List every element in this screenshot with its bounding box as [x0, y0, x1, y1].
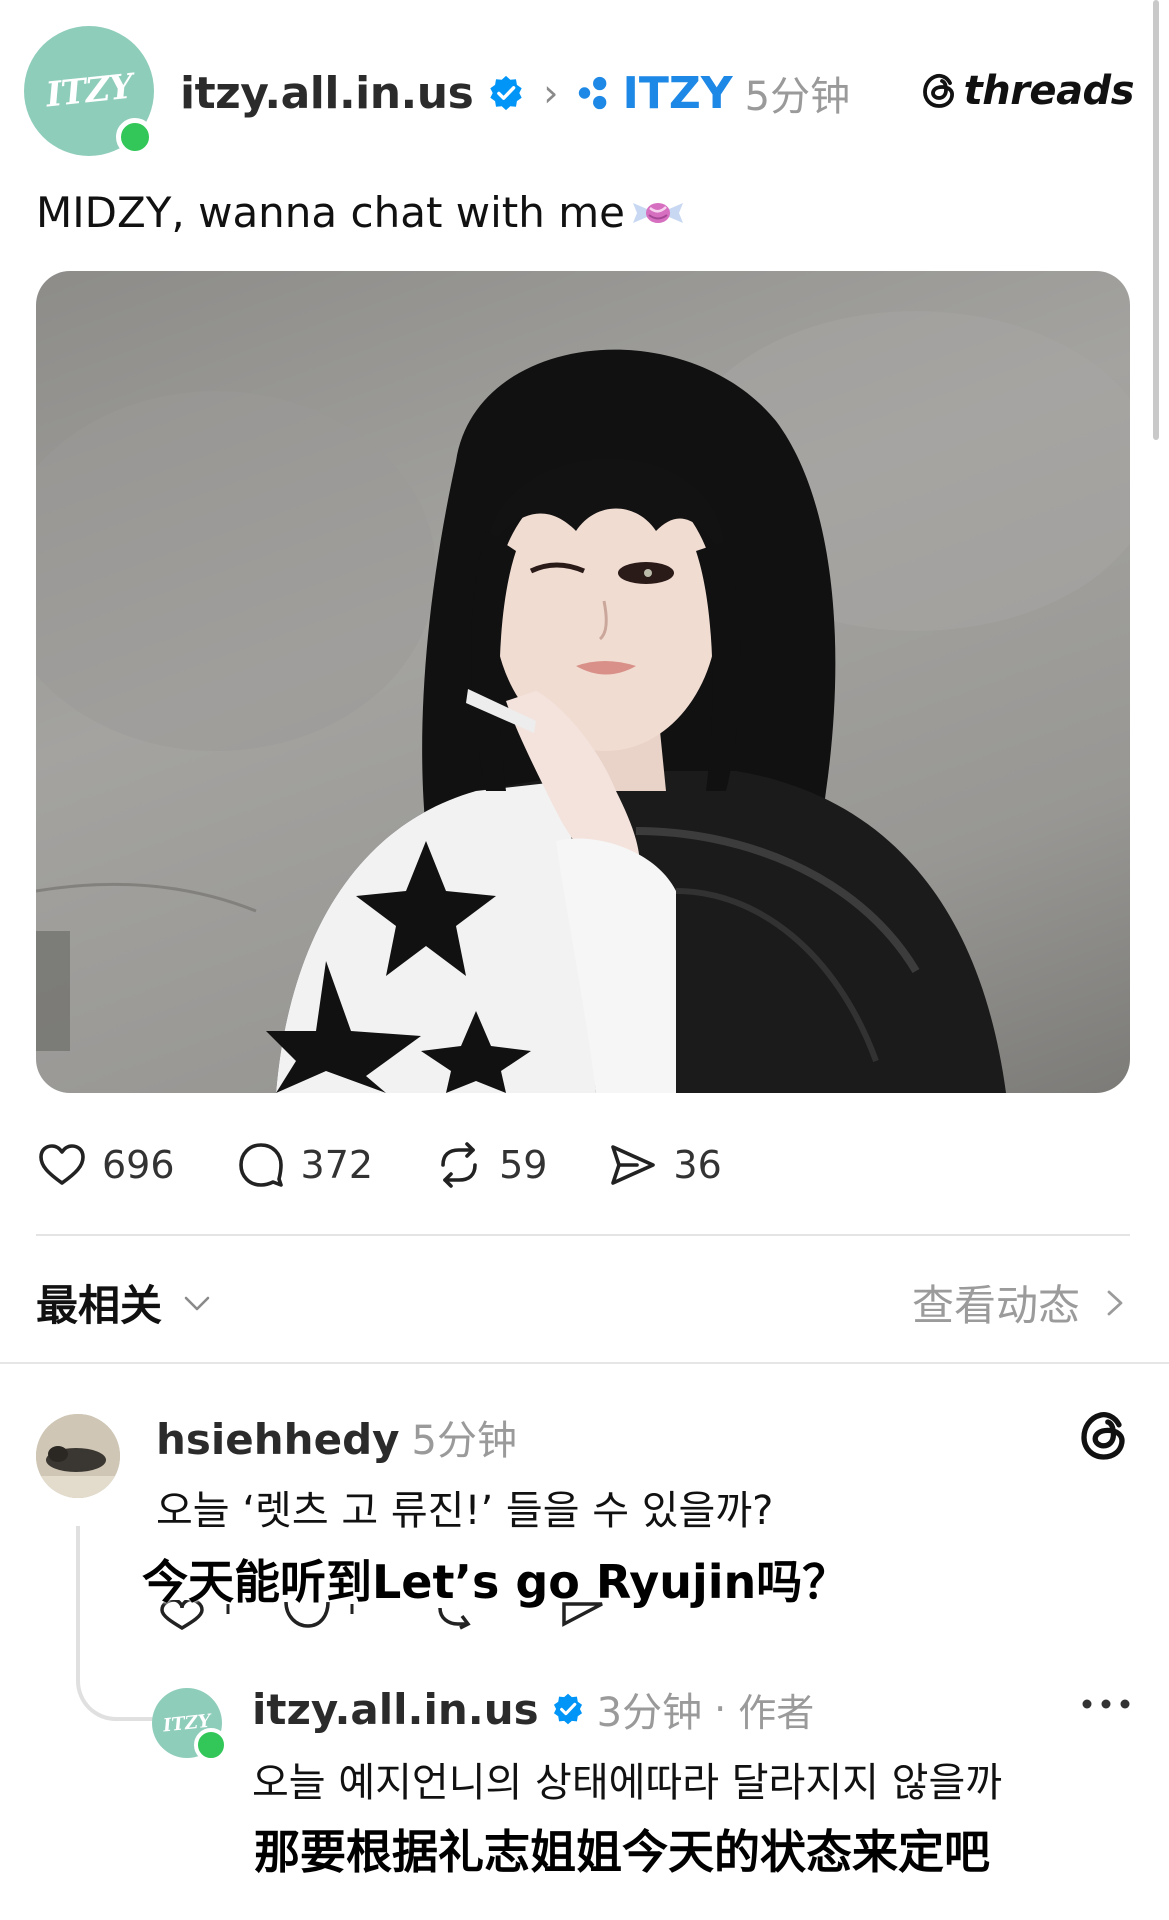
caption-text: MIDZY, wanna chat with me [36, 188, 625, 237]
verified-badge-icon [553, 1693, 582, 1725]
community-icon[interactable] [575, 74, 613, 112]
comment-count: 372 [300, 1143, 374, 1187]
reply-text: 오늘 예지언니의 상태에따라 달라지지 않을까 [252, 1760, 1003, 1806]
reply-time: 3分钟 [596, 1690, 703, 1736]
sort-dropdown[interactable]: 最相关 [36, 1272, 214, 1333]
scrollbar[interactable] [1153, 0, 1159, 440]
separator-dot: · [714, 1687, 727, 1731]
threads-logo-icon [1081, 1412, 1125, 1460]
reply-username[interactable]: itzy.all.in.us [252, 1685, 539, 1734]
itzy-logo: ITZY [43, 66, 134, 116]
view-activity-link[interactable]: 查看动态 [912, 1272, 1130, 1333]
like-button[interactable]: 696 [36, 1139, 175, 1191]
divider [0, 1362, 1169, 1364]
repost-button[interactable]: 59 [433, 1139, 547, 1191]
comments-sort-row: 最相关 查看动态 [36, 1270, 1130, 1330]
author-row: itzy.all.in.us › ITZY 5分钟 [180, 64, 850, 122]
like-count: 696 [102, 1143, 175, 1187]
verified-badge-icon [490, 75, 522, 111]
community-name[interactable]: ITZY [623, 68, 733, 119]
author-handle[interactable]: itzy.all.in.us [180, 68, 474, 119]
author-tag: 作者 [738, 1690, 815, 1735]
comment-button[interactable]: 372 [235, 1139, 374, 1191]
cat-photo-icon [36, 1414, 120, 1498]
share-button[interactable]: 36 [607, 1139, 722, 1191]
commenter-avatar[interactable] [36, 1414, 120, 1498]
comment-header: hsiehhedy 5分钟 [156, 1408, 517, 1466]
post-actions: 696 372 59 36 [36, 1135, 782, 1195]
candy-emoji-icon [632, 202, 683, 223]
comment-bubble-icon [238, 1143, 283, 1187]
post-header: ITZY itzy.all.in.us › ITZY 5分钟 threads [24, 26, 1135, 156]
repost-count: 59 [499, 1143, 548, 1187]
reply-header: itzy.all.in.us 3分钟 · 作者 [252, 1680, 814, 1738]
post-photo[interactable] [36, 271, 1130, 1093]
comment-text: 오늘 ‘렛츠 고 류진!’ 들을 수 있을까? [156, 1488, 774, 1534]
threads-wordmark: threads [963, 68, 1135, 114]
more-dots-icon[interactable] [1079, 1694, 1133, 1714]
heart-icon [39, 1144, 85, 1185]
sort-label: 最相关 [36, 1281, 163, 1330]
comment-username[interactable]: hsiehhedy [156, 1415, 400, 1464]
reply-subtitle: 那要根据礼志姐姐今天的状态来定吧 [254, 1825, 990, 1879]
threads-logo-icon [922, 73, 954, 108]
comment-subtitle: 今天能听到Let’s go Ryujin吗？ [142, 1555, 849, 1609]
online-status-indicator [116, 118, 154, 156]
online-status-indicator [194, 1728, 228, 1762]
photo-illustration [36, 311, 1130, 1093]
chevron-down-icon [184, 1296, 210, 1310]
repost-icon [441, 1142, 477, 1188]
comment-time: 5分钟 [411, 1418, 517, 1464]
post-time: 5分钟 [744, 74, 851, 120]
share-count: 36 [673, 1143, 722, 1187]
threads-brand: threads [920, 68, 1135, 114]
post-caption: MIDZY, wanna chat with me [36, 188, 687, 237]
send-icon [611, 1145, 656, 1185]
chevron-right-icon: › [543, 71, 559, 115]
divider [36, 1234, 1130, 1236]
view-activity-label: 查看动态 [911, 1281, 1080, 1330]
chevron-right-icon [1107, 1290, 1123, 1315]
